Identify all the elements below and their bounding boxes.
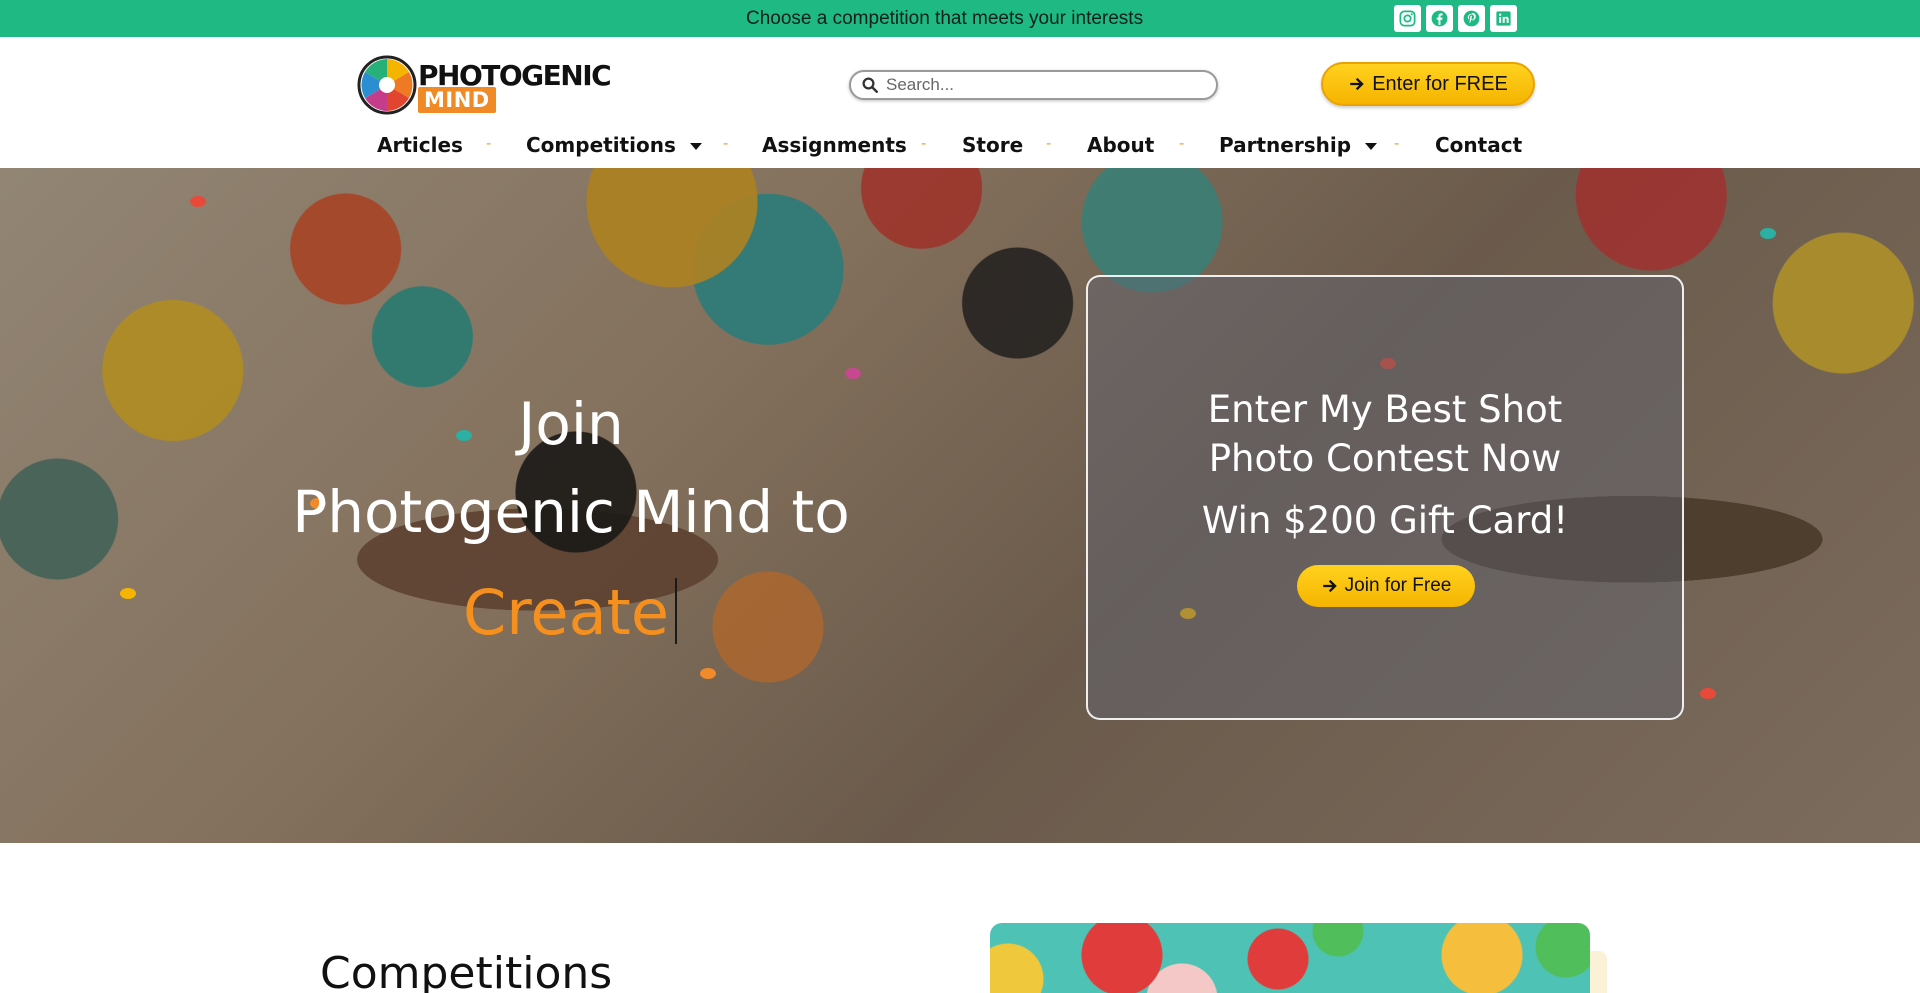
- nav-item-partnership[interactable]: Partnership: [1219, 125, 1378, 165]
- contest-card-title: Enter My Best Shot Photo Contest Now: [1088, 385, 1682, 483]
- facebook-link[interactable]: [1426, 5, 1453, 32]
- nav-item-competitions[interactable]: Competitions: [526, 125, 702, 165]
- search-icon[interactable]: [861, 76, 879, 94]
- pinterest-icon: [1463, 10, 1480, 27]
- instagram-icon: [1399, 10, 1416, 27]
- main-nav: Articles - Competitions - Assignments - …: [0, 125, 1920, 165]
- linkedin-link[interactable]: [1490, 5, 1517, 32]
- chevron-down-icon: [689, 143, 702, 150]
- linkedin-icon: [1496, 11, 1511, 26]
- nav-item-label: Contact: [1435, 133, 1523, 157]
- nav-separator: -: [486, 135, 492, 152]
- chevron-down-icon: [1365, 143, 1378, 150]
- nav-item-label: Partnership: [1219, 133, 1352, 157]
- nav-item-label: Competitions: [526, 133, 676, 157]
- competition-preview-image[interactable]: [990, 923, 1590, 993]
- nav-separator: -: [1046, 135, 1052, 152]
- search-input[interactable]: [886, 74, 1206, 96]
- announcement-bar: Choose a competition that meets your int…: [0, 0, 1920, 37]
- nav-separator: -: [1179, 135, 1185, 152]
- logo-text-secondary: MIND: [418, 87, 496, 113]
- nav-separator: -: [921, 135, 927, 152]
- nav-separator: -: [1394, 135, 1400, 152]
- hero-heading-line-1: Join: [518, 390, 624, 458]
- contest-card-title-line-2: Photo Contest Now: [1208, 437, 1562, 480]
- confetti: [700, 668, 716, 679]
- contest-card-prize: Win $200 Gift Card!: [1201, 499, 1569, 542]
- confetti: [845, 368, 861, 379]
- nav-item-about[interactable]: About: [1087, 125, 1154, 165]
- nav-item-label: Assignments: [762, 133, 907, 157]
- confetti: [120, 588, 136, 599]
- site-header: PHOTOGENIC MIND Enter for FREE Articles …: [0, 37, 1920, 168]
- hero-heading: Join Photogenic Mind to: [171, 380, 971, 556]
- nav-item-contact[interactable]: Contact: [1435, 125, 1522, 165]
- contest-card: Enter My Best Shot Photo Contest Now Win…: [1086, 275, 1684, 720]
- confetti: [190, 196, 206, 207]
- hero-banner: Join Photogenic Mind to Create Enter My …: [0, 168, 1920, 843]
- site-logo[interactable]: PHOTOGENIC MIND: [357, 55, 612, 117]
- pinterest-link[interactable]: [1458, 5, 1485, 32]
- facebook-icon: [1431, 10, 1448, 27]
- join-for-free-label: Join for Free: [1344, 575, 1452, 596]
- contest-card-title-line-1: Enter My Best Shot: [1207, 388, 1563, 431]
- search-box: [849, 70, 1218, 100]
- instagram-link[interactable]: [1394, 5, 1421, 32]
- arrow-right-icon: [1322, 579, 1337, 593]
- section-title: Competitions: [320, 948, 613, 993]
- nav-separator: -: [723, 135, 729, 152]
- nav-item-label: Articles: [377, 133, 463, 157]
- hero-typed-word: Create: [463, 576, 670, 649]
- confetti: [1700, 688, 1716, 699]
- nav-item-store[interactable]: Store: [962, 125, 1023, 165]
- announcement-text: Choose a competition that meets your int…: [746, 8, 1144, 29]
- hero-heading-line-2: Photogenic Mind to: [292, 478, 850, 546]
- join-for-free-button[interactable]: Join for Free: [1297, 565, 1475, 607]
- nav-item-articles[interactable]: Articles: [377, 125, 463, 165]
- nav-item-label: About: [1087, 133, 1155, 157]
- aperture-logo-icon: [357, 55, 417, 115]
- enter-for-free-label: Enter for FREE: [1372, 72, 1508, 95]
- nav-item-label: Store: [962, 133, 1024, 157]
- preview-card-edge: [1590, 951, 1607, 993]
- enter-for-free-button[interactable]: Enter for FREE: [1321, 62, 1535, 106]
- nav-item-assignments[interactable]: Assignments: [762, 125, 907, 165]
- typing-cursor: [675, 578, 677, 644]
- arrow-right-icon: [1350, 77, 1364, 91]
- confetti: [1760, 228, 1776, 239]
